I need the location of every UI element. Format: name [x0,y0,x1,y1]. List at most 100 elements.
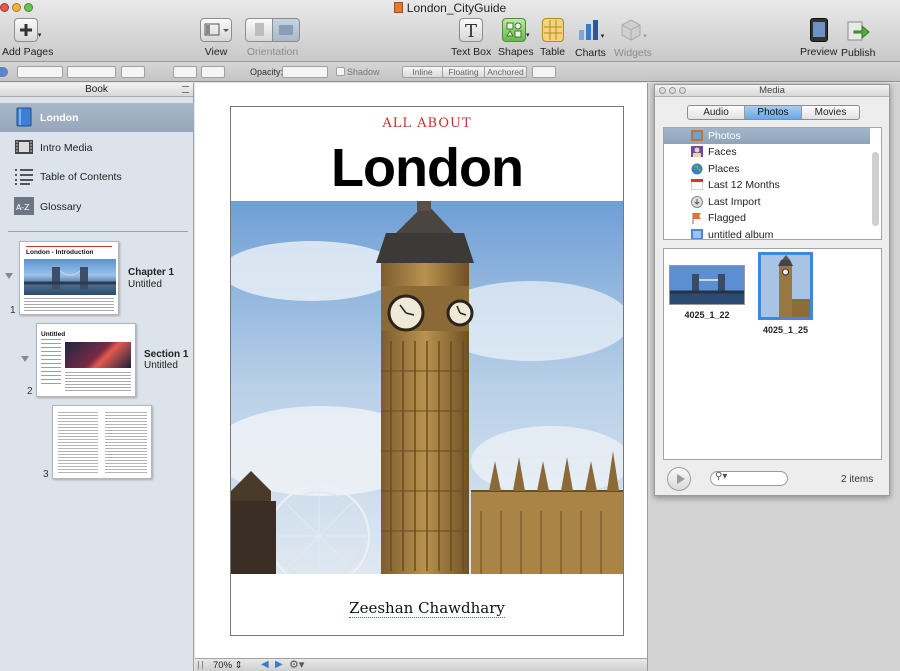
tab-movies[interactable]: Movies [802,106,859,119]
format-bar: Opacity: Shadow Inline Floating Anchored [0,62,900,82]
text-box-icon: T [459,18,484,42]
page-number: 3 [43,469,49,480]
resize-grip-icon[interactable] [198,661,203,669]
preview-button[interactable]: Preview [800,18,837,58]
status-bar: 70% ⇕ ◀ ▶ ⚙▾ [195,658,647,671]
landscape-orientation-icon [272,18,300,42]
media-zoom-button[interactable] [679,87,686,94]
book-cover-page[interactable]: ALL ABOUT London Zeeshan Chawdhary [230,106,624,636]
section-disclosure-icon[interactable] [21,356,29,362]
page-number: 2 [27,386,33,397]
source-item-last-12-months[interactable]: Last 12 Months [664,177,870,193]
cover-author[interactable]: Zeeshan Chawdhary [231,599,623,618]
charts-icon [577,18,601,42]
sidebar-divider [8,231,188,232]
sidebar-item-london[interactable]: London [0,103,194,132]
orientation-control[interactable]: Orientation [245,18,300,58]
line-spacing-popup[interactable] [173,66,197,78]
source-list-scrollbar[interactable] [872,152,879,226]
shapes-icon [502,18,527,42]
sidebar-item-intro-media[interactable]: Intro Media [0,133,194,162]
sidebar-item-glossary[interactable]: A-Z Glossary [0,192,194,221]
next-page-button[interactable]: ▶ [275,659,283,670]
cover-kicker[interactable]: ALL ABOUT [231,116,623,131]
source-item-flagged[interactable]: Flagged [664,210,870,226]
chapter-disclosure-icon[interactable] [5,273,13,279]
publish-icon [846,18,870,42]
tower-bridge-thumbnail [669,265,745,305]
charts-button[interactable]: ▾ Charts [575,18,606,59]
photo-thumbnail-selected[interactable]: 4025_1_25 [758,252,813,335]
portrait-orientation-icon [245,18,273,42]
widgets-button[interactable]: ▾ Widgets [614,18,652,59]
wrap-inline-button[interactable]: Inline [402,66,443,78]
source-item-untitled-album[interactable]: untitled album [664,227,870,239]
source-item-photos[interactable]: Photos [664,128,870,144]
thumbnail-title: London - Introduction [26,249,94,256]
photo-source-list: Photos Faces Places Last 12 Months Last … [663,127,882,240]
sidebar-resize-handle[interactable] [182,86,189,93]
text-align-popup[interactable] [201,66,225,78]
view-icon [200,18,232,42]
media-minimize-button[interactable] [669,87,676,94]
window-title: London_CityGuide [0,1,900,15]
sidebar-header: Book [0,83,193,97]
chapter-title: Chapter 1 [128,267,175,278]
zoom-popup[interactable]: 70% ⇕ [213,660,243,671]
source-item-places[interactable]: Places [664,161,870,177]
media-search-field[interactable]: ⚲▾ [710,471,788,486]
book-icon [14,107,34,127]
publish-button[interactable]: Publish [841,18,875,59]
section-subtitle: Untitled [144,360,178,371]
import-icon [691,196,703,208]
page-thumbnail[interactable]: Untitled [36,323,136,397]
gear-icon[interactable]: ⚙▾ [289,658,304,671]
wrap-floating-button[interactable]: Floating [442,66,485,78]
source-item-faces[interactable]: Faces [664,144,870,160]
app-window: London_CityGuide ▾ Add Pages View Orient… [0,0,900,671]
style-drawer-icon[interactable] [0,67,8,77]
calendar-icon [690,178,704,191]
font-size-field[interactable] [121,66,145,78]
add-pages-button[interactable]: ▾ Add Pages [2,18,53,58]
text-box-button[interactable]: T Text Box [451,18,491,58]
page-thumbnail[interactable] [52,405,152,479]
photo-thumbnail[interactable]: 4025_1_22 [669,265,745,320]
media-close-button[interactable] [659,87,666,94]
film-icon [14,137,34,157]
source-item-last-import[interactable]: Last Import [664,194,870,210]
widgets-icon [619,18,643,42]
big-ben-photo[interactable] [231,201,623,574]
photos-icon [691,130,703,141]
thumbnail-image [65,342,131,368]
sidebar-item-table-of-contents[interactable]: Table of Contents [0,162,194,191]
table-icon [541,18,564,42]
flag-icon [691,212,703,224]
table-button[interactable]: Table [540,18,565,58]
ipad-preview-icon [809,18,828,42]
arrange-popup[interactable] [532,66,556,78]
section-title: Section 1 [144,349,189,360]
previous-page-button[interactable]: ◀ [261,659,269,670]
shadow-checkbox[interactable] [336,67,345,76]
cover-title[interactable]: London [231,137,623,199]
play-button[interactable] [667,467,691,491]
view-button[interactable]: View [200,18,232,58]
list-icon [14,166,34,186]
page-thumbnail[interactable]: London - Introduction [19,241,119,315]
faces-icon [691,146,703,157]
tab-photos[interactable]: Photos [745,106,802,119]
opacity-field[interactable] [282,66,328,78]
big-ben-thumbnail [758,252,813,320]
font-family-popup[interactable] [67,66,116,78]
thumbnail-image [24,259,116,295]
shadow-label: Shadow [347,67,380,77]
tab-audio[interactable]: Audio [688,106,745,119]
glossary-icon: A-Z [14,196,34,216]
media-browser-panel: Media Audio Photos Movies Photos Faces P… [654,84,890,496]
wrap-anchored-button[interactable]: Anchored [484,66,527,78]
book-sidebar: Book London Intro Media Table of Content… [0,83,194,671]
paragraph-style-popup[interactable] [17,66,63,78]
shapes-button[interactable]: ▾ Shapes [498,18,534,58]
photo-browser-grid: 4025_1_22 4025_1_25 [663,248,882,460]
